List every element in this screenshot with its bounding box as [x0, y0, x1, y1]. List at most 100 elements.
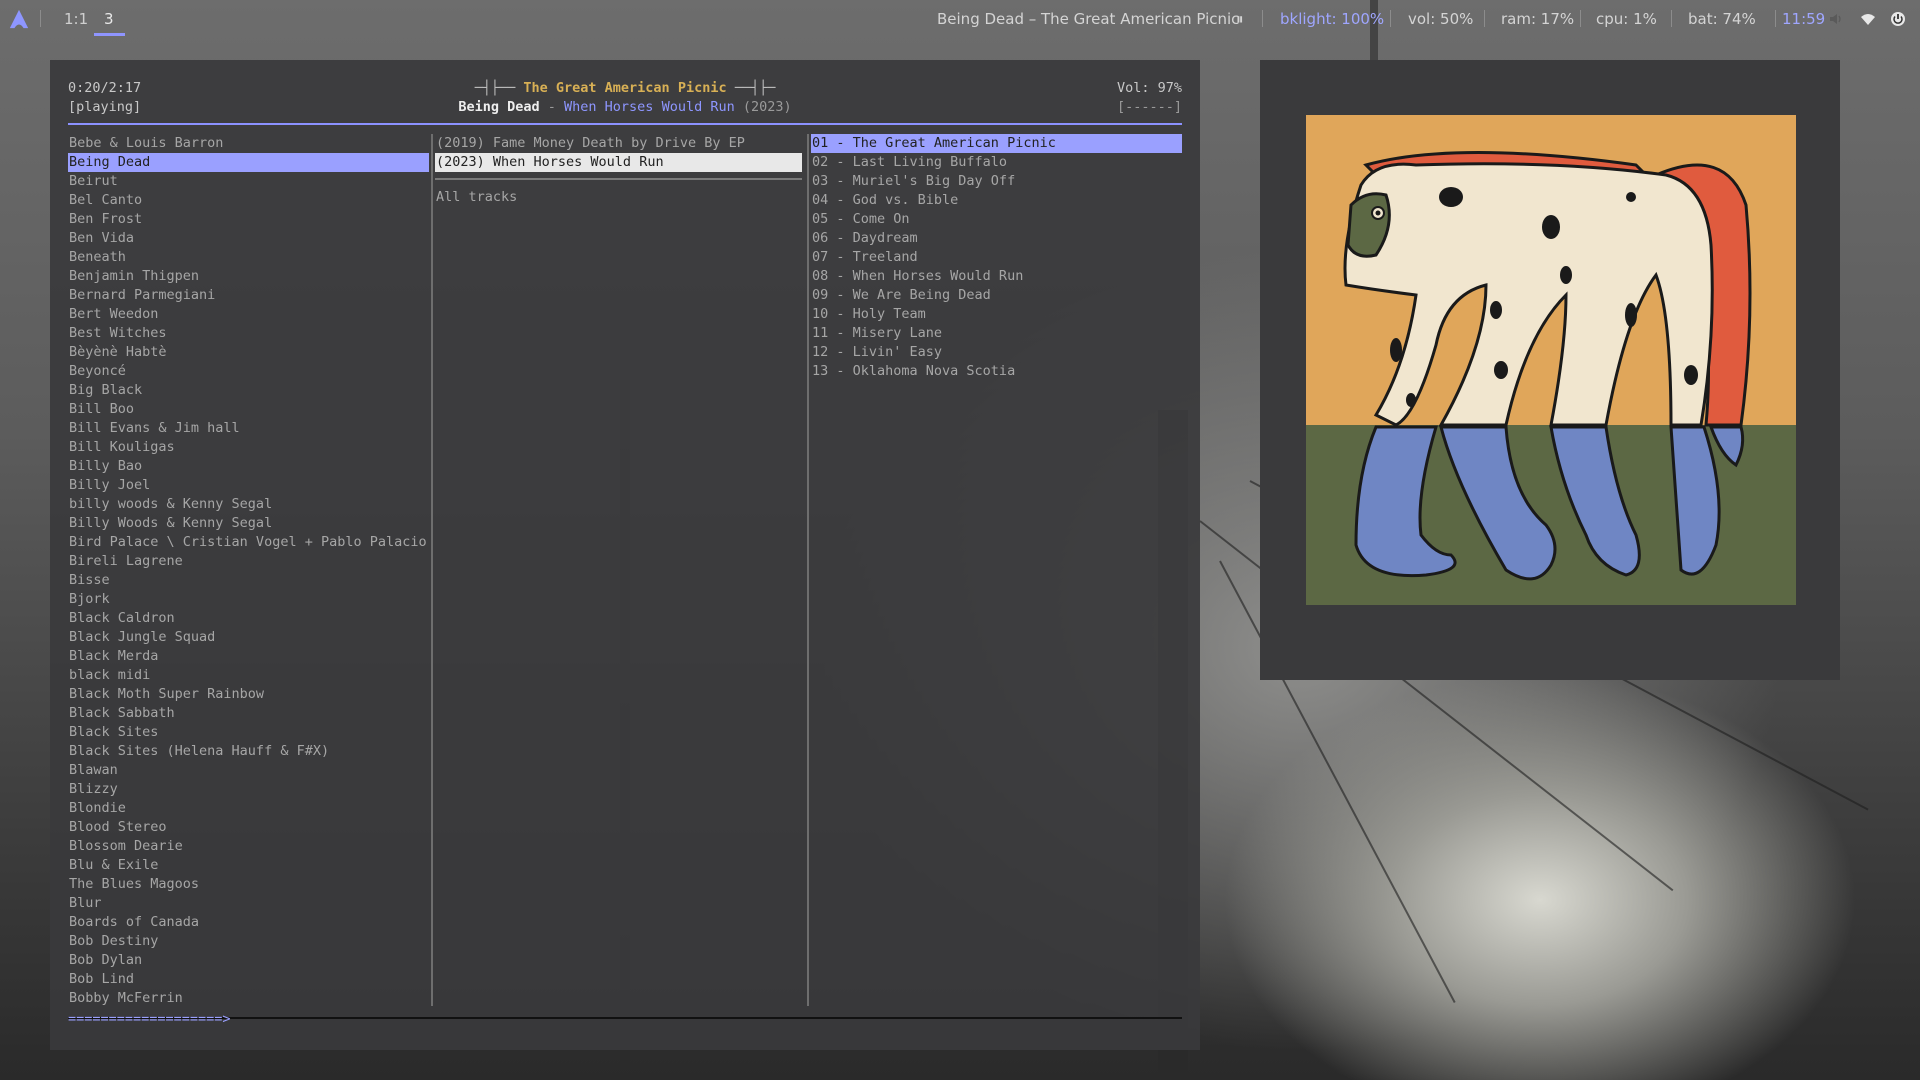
artist-item[interactable]: billy woods & Kenny Segal	[68, 495, 429, 514]
artist-item[interactable]: Bob Dylan	[68, 951, 429, 970]
speaker-icon[interactable]	[1828, 11, 1844, 27]
artist-item[interactable]: Black Jungle Squad	[68, 628, 429, 647]
bar-separator	[1775, 10, 1776, 27]
artist-item[interactable]: Bob Lind	[68, 970, 429, 989]
artist-item[interactable]: Billy Joel	[68, 476, 429, 495]
artist-item[interactable]: Black Sites (Helena Hauff & F#X)	[68, 742, 429, 761]
artist-item[interactable]: Blizzy	[68, 780, 429, 799]
bottom-divider	[68, 1017, 1182, 1019]
artist-item[interactable]: Black Sabbath	[68, 704, 429, 723]
pause-button[interactable]: ⏸	[1236, 10, 1244, 28]
artist-item[interactable]: Black Merda	[68, 647, 429, 666]
active-workspace-indicator	[94, 33, 125, 36]
now-playing-text[interactable]: Being Dead – The Great American Picnic	[937, 10, 1239, 28]
now-playing-title: ─┤├── The Great American Picnic ──┤├─	[50, 79, 1200, 98]
track-item[interactable]: 02 - Last Living Buffalo	[811, 153, 1182, 172]
workspace-3[interactable]: 3	[104, 10, 114, 28]
track-list[interactable]: 01 - The Great American Picnic 02 - Last …	[811, 134, 1182, 381]
artist-item[interactable]: Blur	[68, 894, 429, 913]
artist-item[interactable]: The Blues Magoos	[68, 875, 429, 894]
track-item[interactable]: 09 - We Are Being Dead	[811, 286, 1182, 305]
track-item[interactable]: 07 - Treeland	[811, 248, 1182, 267]
artist-item[interactable]: Bernard Parmegiani	[68, 286, 429, 305]
artist-item[interactable]: Benjamin Thigpen	[68, 267, 429, 286]
bar-separator	[1671, 10, 1672, 27]
artist-item[interactable]: Ben Frost	[68, 210, 429, 229]
track-item[interactable]: 13 - Oklahoma Nova Scotia	[811, 362, 1182, 381]
album-cover-horse-image	[1306, 115, 1796, 605]
artist-item[interactable]: Best Witches	[68, 324, 429, 343]
track-item[interactable]: 11 - Misery Lane	[811, 324, 1182, 343]
artist-item[interactable]: Black Caldron	[68, 609, 429, 628]
artist-item[interactable]: Blood Stereo	[68, 818, 429, 837]
arch-logo-icon[interactable]	[8, 8, 30, 30]
backlight-indicator[interactable]: bklight: 100%	[1280, 10, 1384, 28]
artist-item[interactable]: Black Sites	[68, 723, 429, 742]
artist-item[interactable]: Blu & Exile	[68, 856, 429, 875]
artist-item[interactable]: black midi	[68, 666, 429, 685]
artist-item[interactable]: Bill Kouligas	[68, 438, 429, 457]
artist-item[interactable]: Ben Vida	[68, 229, 429, 248]
power-icon[interactable]	[1890, 11, 1906, 27]
artist-item[interactable]: Black Moth Super Rainbow	[68, 685, 429, 704]
album-item[interactable]: (2019) Fame Money Death by Drive By EP	[435, 134, 802, 153]
battery-indicator: bat: 74%	[1688, 10, 1756, 28]
artist-item[interactable]: Blawan	[68, 761, 429, 780]
artist-item[interactable]: Beneath	[68, 248, 429, 267]
artist-item[interactable]: Bobby McFerrin	[68, 989, 429, 1008]
subtitle-separator: -	[539, 99, 565, 115]
artist-item[interactable]: Bill Boo	[68, 400, 429, 419]
header-divider	[68, 123, 1182, 125]
progress-bar[interactable]: ===================>	[68, 1010, 231, 1029]
track-item[interactable]: 06 - Daydream	[811, 229, 1182, 248]
workspace-1[interactable]: 1:1	[64, 10, 88, 28]
artist-list[interactable]: Bebe & Louis Barron Being Dead Beirut Bel C…	[68, 134, 429, 1008]
artist-item[interactable]: Bel Canto	[68, 191, 429, 210]
bar-separator	[1484, 10, 1485, 27]
clock[interactable]: 11:59	[1782, 10, 1825, 28]
track-item[interactable]: 04 - God vs. Bible	[811, 191, 1182, 210]
artist-item[interactable]: Being Dead	[68, 153, 429, 172]
cmus-player-window: 0:20/2:17 [playing] ─┤├── The Great Amer…	[50, 60, 1200, 1050]
player-volume: Vol: 97%	[1116, 80, 1182, 96]
ram-indicator: ram: 17%	[1501, 10, 1575, 28]
bar-separator	[1580, 10, 1581, 27]
track-item[interactable]: 10 - Holy Team	[811, 305, 1182, 324]
artist-item[interactable]: Bjork	[68, 590, 429, 609]
pane-divider	[807, 134, 809, 1006]
track-item[interactable]: 05 - Come On	[811, 210, 1182, 229]
bar-separator	[40, 10, 41, 27]
top-status-bar: 1:1 3 Being Dead – The Great American Pi…	[0, 0, 1920, 38]
album-item[interactable]: (2023) When Horses Would Run	[435, 153, 802, 172]
artist-item[interactable]: Blossom Dearie	[68, 837, 429, 856]
artist-item[interactable]: Bert Weedon	[68, 305, 429, 324]
artist-item[interactable]: Bireli Lagrene	[68, 552, 429, 571]
artist-item[interactable]: Bebe & Louis Barron	[68, 134, 429, 153]
artist-item[interactable]: Bob Destiny	[68, 932, 429, 951]
artist-item[interactable]: Billy Bao	[68, 457, 429, 476]
artist-item[interactable]: Beyoncé	[68, 362, 429, 381]
artist-item[interactable]: Bisse	[68, 571, 429, 590]
track-item[interactable]: 12 - Livin' Easy	[811, 343, 1182, 362]
title-decoration-right: ──┤├─	[726, 80, 776, 96]
artist-item[interactable]: Blondie	[68, 799, 429, 818]
wifi-icon[interactable]	[1860, 11, 1876, 27]
artist-item[interactable]: Bèyènè Habtè	[68, 343, 429, 362]
artist-item[interactable]: Billy Woods & Kenny Segal	[68, 514, 429, 533]
bar-separator	[1262, 10, 1263, 27]
now-playing-subtitle: Being Dead - When Horses Would Run (2023…	[50, 98, 1200, 117]
album-list[interactable]: (2019) Fame Money Death by Drive By EP (2…	[435, 134, 802, 207]
track-item[interactable]: 01 - The Great American Picnic	[811, 134, 1182, 153]
artist-item[interactable]: Bill Evans & Jim hall	[68, 419, 429, 438]
track-item[interactable]: 03 - Muriel's Big Day Off	[811, 172, 1182, 191]
artist-item[interactable]: Big Black	[68, 381, 429, 400]
all-tracks-item[interactable]: All tracks	[435, 188, 802, 207]
artist-item[interactable]: Boards of Canada	[68, 913, 429, 932]
player-volume-bar[interactable]: [------]	[1117, 98, 1182, 117]
volume-indicator[interactable]: vol: 50%	[1408, 10, 1473, 28]
current-album: When Horses Would Run	[564, 99, 735, 115]
cpu-indicator: cpu: 1%	[1596, 10, 1657, 28]
artist-item[interactable]: Bird Palace \ Cristian Vogel + Pablo Pal…	[68, 533, 429, 552]
track-item[interactable]: 08 - When Horses Would Run	[811, 267, 1182, 286]
artist-item[interactable]: Beirut	[68, 172, 429, 191]
